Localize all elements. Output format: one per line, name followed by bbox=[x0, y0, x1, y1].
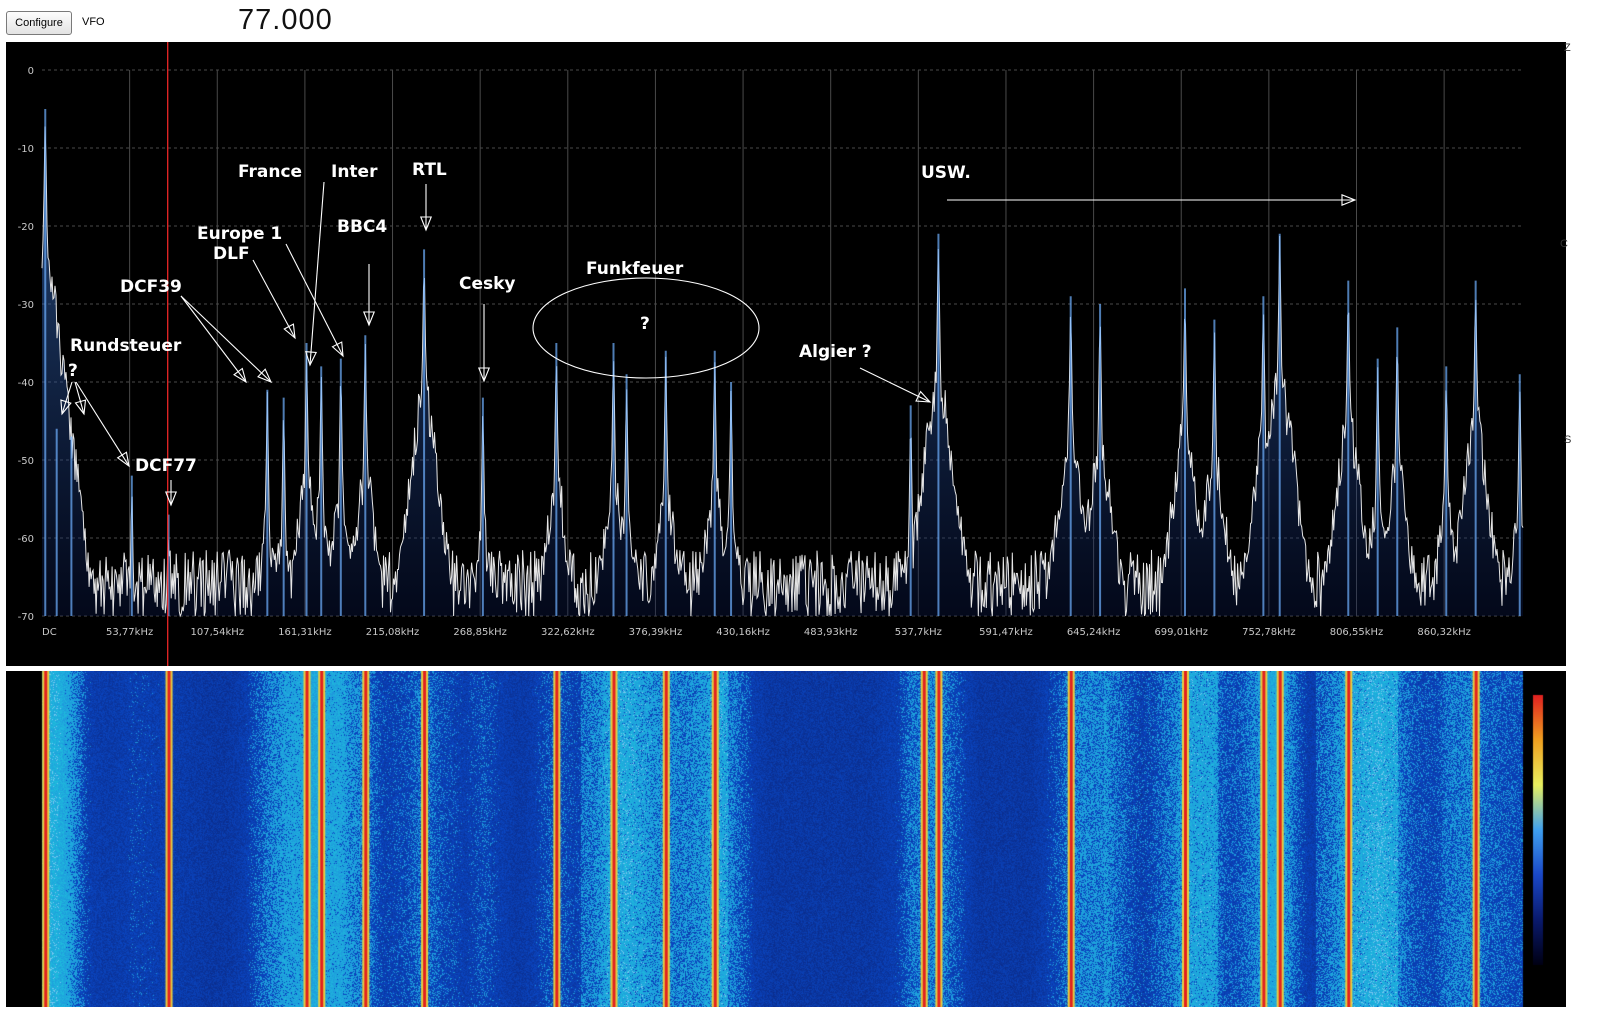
annotation-funkfeuer: Funkfeuer bbox=[586, 259, 684, 279]
annotation-rtl: RTL bbox=[412, 160, 447, 180]
spectrum-panel[interactable]: 0 -10 -20 -30 -40 -50 -60 -70 DC 53,77kHz 107,54kH… bbox=[6, 42, 1566, 666]
arrow-dcf39-b bbox=[180, 295, 247, 383]
toolbar: Configure VFO 77.000 bbox=[0, 0, 1621, 42]
x-tick-label: 752,78kHz bbox=[1242, 627, 1296, 638]
annotation-dcf77: DCF77 bbox=[135, 456, 197, 476]
x-tick-label: 430,16kHz bbox=[716, 627, 770, 638]
x-tick-label: 483,93kHz bbox=[804, 627, 858, 638]
arrow-france-inter bbox=[309, 181, 325, 366]
x-tick-label: 806,55kHz bbox=[1330, 627, 1384, 638]
x-tick-label: 215,08kHz bbox=[366, 627, 420, 638]
y-tick-label: -50 bbox=[18, 456, 34, 467]
arrow-europe-1-head bbox=[331, 341, 344, 358]
x-tick-label: 322,62kHz bbox=[541, 627, 595, 638]
arrow-dcf39-a bbox=[180, 295, 272, 383]
arrow-algier bbox=[859, 367, 931, 403]
annotation-rundsteuer: Rundsteuer bbox=[70, 336, 182, 356]
edge-label-c: C bbox=[1560, 238, 1568, 250]
annotation-funkfeuer-question: ? bbox=[640, 314, 650, 334]
y-tick-label: -30 bbox=[18, 300, 34, 311]
x-tick-label: 645,24kHz bbox=[1067, 627, 1121, 638]
spectrum-plot[interactable]: 0 -10 -20 -30 -40 -50 -60 -70 DC 53,77kHz 107,54kH… bbox=[6, 42, 1566, 666]
x-tick-label: 268,85kHz bbox=[453, 627, 507, 638]
x-tick-label: 161,31kHz bbox=[278, 627, 332, 638]
annotation-france: France bbox=[238, 162, 302, 182]
x-tick-label: 107,54kHz bbox=[190, 627, 244, 638]
x-tick-label: 537,7kHz bbox=[895, 627, 942, 638]
vfo-label: VFO bbox=[82, 16, 105, 28]
annotation-bbc4: BBC4 bbox=[337, 217, 387, 237]
annotation-cesky: Cesky bbox=[459, 274, 516, 294]
y-tick-label: -70 bbox=[18, 612, 34, 623]
annotation-inter: Inter bbox=[331, 162, 378, 182]
x-tick-label: 376,39kHz bbox=[629, 627, 683, 638]
y-tick-label: -20 bbox=[18, 222, 34, 233]
configure-button[interactable]: Configure bbox=[6, 11, 72, 35]
x-tick-label: 699,01kHz bbox=[1154, 627, 1208, 638]
vfo-frequency-display[interactable]: 77.000 bbox=[238, 4, 333, 37]
annotation-rundsteuer-question: ? bbox=[68, 361, 78, 381]
annotation-dcf39: DCF39 bbox=[120, 277, 182, 297]
edge-label-s: S bbox=[1564, 434, 1572, 446]
x-tick-label: DC bbox=[42, 627, 57, 638]
y-tick-label: -40 bbox=[18, 378, 34, 389]
waterfall-panel[interactable] bbox=[6, 671, 1566, 1007]
waterfall-display[interactable] bbox=[6, 671, 1566, 1007]
y-tick-label: -60 bbox=[18, 534, 34, 545]
annotation-europe-1: Europe 1 bbox=[197, 224, 282, 244]
x-tick-label: 860,32kHz bbox=[1417, 627, 1471, 638]
right-side-panel-edge: Z C S bbox=[1560, 42, 1621, 1002]
y-tick-label: -10 bbox=[18, 144, 34, 155]
annotation-algier: Algier ? bbox=[799, 342, 872, 362]
arrow-rundsteuer-c bbox=[75, 381, 130, 467]
x-tick-label: 53,77kHz bbox=[106, 627, 153, 638]
annotation-usw: USW. bbox=[921, 163, 971, 183]
y-tick-label: 0 bbox=[28, 66, 34, 77]
x-tick-label: 591,47kHz bbox=[979, 627, 1033, 638]
edge-label-z: Z bbox=[1564, 42, 1571, 54]
annotation-dlf: DLF bbox=[213, 244, 250, 264]
